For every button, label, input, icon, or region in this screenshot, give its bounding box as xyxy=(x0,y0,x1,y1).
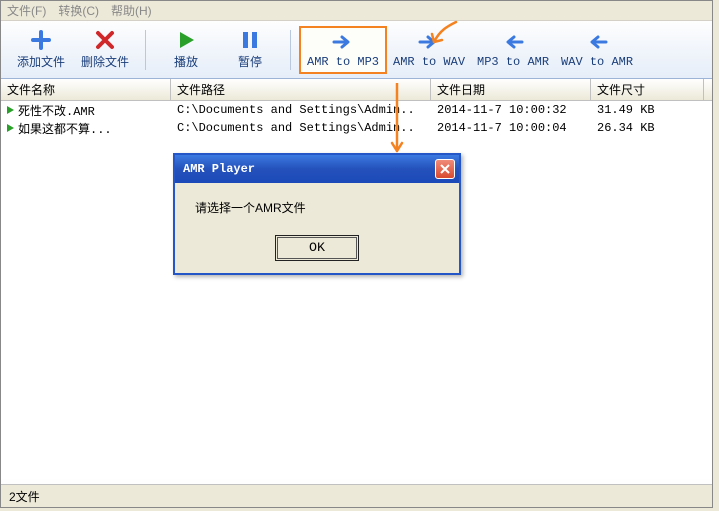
dialog-titlebar[interactable]: AMR Player xyxy=(175,155,459,183)
play-icon xyxy=(7,124,14,132)
dialog-title-text: AMR Player xyxy=(183,162,255,176)
wav-to-amr-label: WAV to AMR xyxy=(561,55,633,69)
play-button[interactable]: 播放 xyxy=(154,26,218,74)
play-label: 播放 xyxy=(174,53,198,70)
play-icon xyxy=(175,29,197,51)
arrow-left-icon xyxy=(502,31,524,53)
amr-to-wav-label: AMR to WAV xyxy=(393,55,465,69)
ok-button[interactable]: OK xyxy=(277,237,357,259)
pause-label: 暂停 xyxy=(238,53,262,70)
arrow-right-icon xyxy=(332,31,354,53)
wav-to-amr-button[interactable]: WAV to AMR xyxy=(555,26,639,74)
file-path: C:\Documents and Settings\Admin.. xyxy=(171,121,431,135)
menu-convert[interactable]: 转换(C) xyxy=(58,2,99,19)
dialog-button-row: OK xyxy=(175,233,459,273)
column-header-name[interactable]: 文件名称 xyxy=(1,79,171,100)
column-header-date[interactable]: 文件日期 xyxy=(431,79,591,100)
mp3-to-amr-button[interactable]: MP3 to AMR xyxy=(471,26,555,74)
toolbar: 添加文件 删除文件 播放 暂停 AMR to MP3 xyxy=(1,21,712,79)
file-date: 2014-11-7 10:00:04 xyxy=(431,121,591,135)
plus-icon xyxy=(30,29,52,51)
message-dialog: AMR Player 请选择一个AMR文件 OK xyxy=(173,153,461,275)
close-button[interactable] xyxy=(435,159,455,179)
mp3-to-amr-label: MP3 to AMR xyxy=(477,55,549,69)
add-file-button[interactable]: 添加文件 xyxy=(9,26,73,74)
close-icon xyxy=(439,163,451,175)
file-size: 31.49 KB xyxy=(591,103,704,117)
menubar: 文件(F) 转换(C) 帮助(H) xyxy=(1,1,712,21)
pause-icon xyxy=(239,29,261,51)
menu-help[interactable]: 帮助(H) xyxy=(111,2,152,19)
status-text: 2文件 xyxy=(9,488,40,505)
amr-to-mp3-button[interactable]: AMR to MP3 xyxy=(299,26,387,74)
status-bar: 2文件 xyxy=(1,484,712,507)
delete-file-button[interactable]: 删除文件 xyxy=(73,26,137,74)
x-icon xyxy=(94,29,116,51)
amr-to-wav-button[interactable]: AMR to WAV xyxy=(387,26,471,74)
column-header-size[interactable]: 文件尺寸 xyxy=(591,79,704,100)
arrow-right-icon xyxy=(418,31,440,53)
main-window: 文件(F) 转换(C) 帮助(H) 添加文件 删除文件 播放 xyxy=(0,0,713,508)
dialog-body: 请选择一个AMR文件 xyxy=(175,183,459,233)
separator xyxy=(145,30,146,70)
file-name: 如果这都不算... xyxy=(18,120,112,137)
column-header-path[interactable]: 文件路径 xyxy=(171,79,431,100)
file-path: C:\Documents and Settings\Admin.. xyxy=(171,103,431,117)
arrow-left-icon xyxy=(586,31,608,53)
table-row[interactable]: 如果这都不算... C:\Documents and Settings\Admi… xyxy=(1,119,712,137)
delete-file-label: 删除文件 xyxy=(81,53,129,70)
dialog-message: 请选择一个AMR文件 xyxy=(195,201,306,215)
add-file-label: 添加文件 xyxy=(17,53,65,70)
table-row[interactable]: 死性不改.AMR C:\Documents and Settings\Admin… xyxy=(1,101,712,119)
menu-file[interactable]: 文件(F) xyxy=(7,2,46,19)
list-header: 文件名称 文件路径 文件日期 文件尺寸 xyxy=(1,79,712,101)
file-size: 26.34 KB xyxy=(591,121,704,135)
amr-to-mp3-label: AMR to MP3 xyxy=(307,55,379,69)
file-name: 死性不改.AMR xyxy=(18,102,95,119)
pause-button[interactable]: 暂停 xyxy=(218,26,282,74)
file-date: 2014-11-7 10:00:32 xyxy=(431,103,591,117)
separator xyxy=(290,30,291,70)
play-icon xyxy=(7,106,14,114)
